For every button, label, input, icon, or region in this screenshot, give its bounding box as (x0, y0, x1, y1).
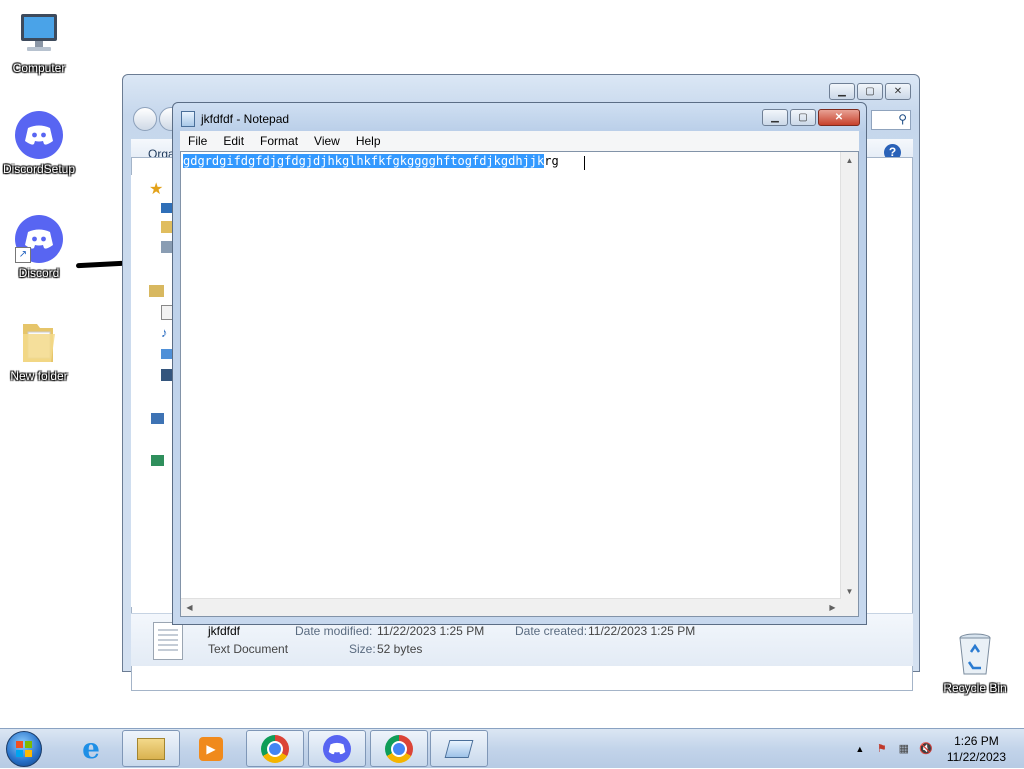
discord-icon (323, 734, 351, 763)
desktop-icon-discord[interactable]: ↗ Discord (0, 215, 78, 280)
scroll-right-arrow-icon[interactable]: ▶ (824, 599, 841, 616)
window-title: jkfdfdf - Notepad (201, 112, 290, 126)
network-icon[interactable]: ▦ (896, 741, 912, 757)
libraries-nav-icon[interactable] (149, 285, 164, 297)
minimize-button[interactable]: ▁ (762, 109, 788, 126)
desktop-icon-label: New folder (10, 369, 68, 383)
clock[interactable]: 1:26 PM 11/22/2023 (947, 733, 1006, 765)
details-file-name: jkfdfdf (208, 624, 241, 638)
computer-nav-icon[interactable] (151, 413, 164, 424)
clock-date: 11/22/2023 (946, 750, 1006, 764)
desktop-icon-label: DiscordSetup (2, 162, 76, 176)
favorites-star-icon[interactable]: ★ (149, 179, 163, 199)
taskbar: e ▶ ▲ ⚑ ▦ 🔇 1:26 PM 11/22/2023 (0, 728, 1024, 768)
desktop-icon-computer[interactable]: Computer (0, 10, 78, 75)
explorer-window-controls: ▁ ▢ ✕ (829, 83, 911, 100)
taskbar-chrome-profile[interactable] (246, 730, 304, 767)
music-nav-icon[interactable]: ♪ (161, 325, 168, 340)
windows-explorer-icon (137, 737, 165, 760)
ibeam-cursor-icon (584, 156, 585, 170)
desktop-icon-recycle-bin[interactable]: Recycle Bin (936, 630, 1014, 695)
details-date-created-label: Date created: (515, 624, 588, 638)
menu-edit[interactable]: Edit (215, 134, 252, 148)
menu-view[interactable]: View (306, 134, 348, 148)
notepad-titlebar[interactable]: jkfdfdf - Notepad (181, 109, 289, 129)
details-size-label: Size: (349, 642, 376, 656)
scroll-down-arrow-icon[interactable]: ▼ (841, 583, 858, 600)
text-editor-area[interactable]: gdgrdgifdgfdjgfdgjdjhkglhkfkfgkgggghftog… (180, 151, 859, 617)
close-button[interactable]: ✕ (818, 109, 860, 126)
notepad-window-controls: ▁ ▢ ✕ (762, 109, 860, 126)
vertical-scrollbar[interactable]: ▲ ▼ (840, 152, 858, 600)
menu-bar: File Edit Format View Help (180, 131, 859, 152)
menu-format[interactable]: Format (252, 134, 306, 148)
details-size: 52 bytes (377, 642, 423, 656)
discord-icon: ↗ (15, 215, 63, 263)
back-button[interactable] (133, 107, 157, 131)
desktop-icon-new-folder[interactable]: New folder (0, 318, 78, 383)
details-date-modified: 11/22/2023 1:25 PM (377, 624, 485, 638)
details-date-created: 11/22/2023 1:25 PM (588, 624, 696, 638)
notepad-icon (181, 111, 195, 127)
shortcut-arrow-icon: ↗ (15, 247, 31, 263)
details-file-type: Text Document (208, 642, 289, 656)
desktop-icon-discordsetup[interactable]: DiscordSetup (0, 111, 78, 176)
recycle-bin-icon (951, 630, 999, 678)
media-player-icon: ▶ (199, 736, 223, 761)
clock-time: 1:26 PM (954, 734, 999, 748)
taskbar-media-player[interactable]: ▶ (182, 730, 240, 767)
taskbar-discord[interactable] (308, 730, 366, 767)
chrome-icon (385, 734, 413, 763)
details-date-modified-label: Date modified: (295, 624, 373, 638)
selected-text: gdgrdgifdgfdjgfdgjdjhkglhkfkfgkgggghftog… (183, 154, 545, 168)
show-hidden-icons-arrow-icon[interactable]: ▲ (852, 741, 868, 757)
folder-icon (15, 318, 63, 366)
chrome-profile-icon (261, 734, 289, 763)
desktop-icon-label: Computer (12, 61, 66, 75)
text-line: gdgrdgifdgfdjgfdgjdjhkglhkfkfgkgggghftog… (183, 154, 559, 169)
desktop-icon-label: Recycle Bin (943, 681, 1007, 695)
text-document-icon (153, 622, 183, 660)
search-box[interactable]: ⚲ (871, 110, 911, 130)
volume-muted-icon[interactable]: 🔇 (918, 741, 934, 757)
scroll-up-arrow-icon[interactable]: ▲ (841, 152, 858, 169)
explorer-navigation-pane: ★ ♪ (131, 175, 175, 607)
action-center-flag-icon[interactable]: ⚑ (874, 741, 890, 757)
maximize-button[interactable]: ▢ (790, 109, 816, 126)
internet-explorer-icon: e (82, 732, 100, 765)
menu-file[interactable]: File (180, 134, 215, 148)
discord-icon (15, 111, 63, 159)
system-tray: ▲ ⚑ ▦ 🔇 1:26 PM 11/22/2023 (849, 729, 1024, 769)
minimize-button[interactable]: ▁ (829, 83, 855, 100)
start-button[interactable] (6, 731, 42, 767)
scroll-left-arrow-icon[interactable]: ◀ (181, 599, 198, 616)
network-nav-icon[interactable] (151, 455, 164, 466)
windows-logo-icon (16, 741, 32, 757)
unselected-text: rg (544, 154, 559, 168)
resize-grip[interactable] (841, 599, 858, 616)
computer-icon (15, 10, 63, 58)
taskbar-internet-explorer[interactable]: e (62, 730, 120, 767)
notepad-icon (444, 739, 474, 758)
search-icon: ⚲ (898, 112, 907, 126)
notepad-window[interactable]: jkfdfdf - Notepad ▁ ▢ ✕ File Edit Format… (172, 102, 867, 625)
menu-help[interactable]: Help (348, 134, 389, 148)
taskbar-windows-explorer[interactable] (122, 730, 180, 767)
horizontal-scrollbar[interactable]: ◀ ▶ (181, 598, 841, 616)
scribble-mark (75, 260, 125, 269)
close-button[interactable]: ✕ (885, 83, 911, 100)
desktop-icon-label: Discord (18, 266, 60, 280)
maximize-button[interactable]: ▢ (857, 83, 883, 100)
taskbar-notepad[interactable] (430, 730, 488, 767)
taskbar-chrome[interactable] (370, 730, 428, 767)
